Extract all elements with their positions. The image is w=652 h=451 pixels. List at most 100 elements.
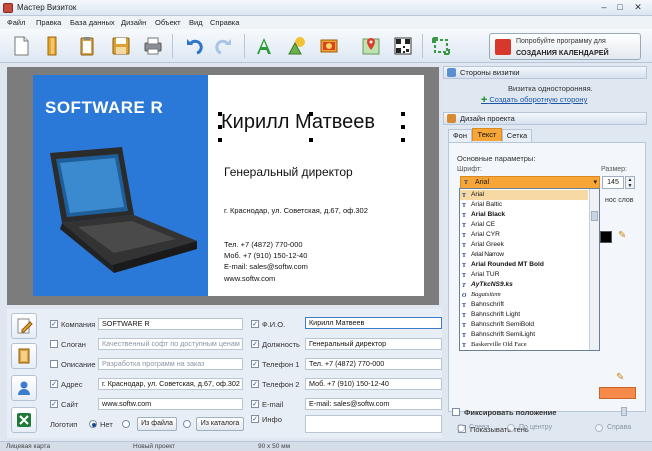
font-option[interactable]: O Bagatsitem xyxy=(460,290,588,300)
info-input[interactable] xyxy=(305,415,442,433)
add-text-icon[interactable] xyxy=(251,33,277,59)
fio-checkbox[interactable]: ✓ xyxy=(251,320,259,328)
font-option[interactable]: T Bahnschrift xyxy=(460,300,588,310)
shadow-color-swatch[interactable] xyxy=(599,387,636,399)
logo-file-radio[interactable] xyxy=(122,420,130,428)
phone1-checkbox[interactable]: ✓ xyxy=(251,360,259,368)
font-option[interactable]: T Arial xyxy=(460,190,588,200)
selection-handle[interactable] xyxy=(309,138,313,142)
contacts-book-icon[interactable] xyxy=(11,343,37,369)
qr-code-icon[interactable] xyxy=(390,33,416,59)
redo-icon[interactable] xyxy=(212,33,238,59)
size-stepper[interactable]: ▲ ▼ xyxy=(625,176,635,189)
description-input[interactable]: Разработка программ на заказ xyxy=(98,358,243,370)
selection-handle[interactable] xyxy=(218,125,222,129)
card-name[interactable]: Кирилл Матвеев xyxy=(221,111,375,134)
font-option[interactable]: T Arial Black xyxy=(460,210,588,220)
menu-object[interactable]: Объект xyxy=(155,18,181,27)
align-center-radio[interactable] xyxy=(507,424,515,432)
card-company[interactable]: SOFTWARE R xyxy=(45,98,163,118)
phone2-input[interactable]: Моб. +7 (910) 150-12-40 xyxy=(305,378,442,390)
minimize-button[interactable]: – xyxy=(598,2,610,13)
info-checkbox[interactable]: ✓ xyxy=(251,415,259,423)
tab-background[interactable]: Фон xyxy=(448,129,472,142)
font-option[interactable]: T Baskerville Old Face xyxy=(460,340,588,350)
align-right-radio[interactable] xyxy=(595,424,603,432)
fio-input[interactable]: Кирилл Матвеев xyxy=(305,317,442,329)
font-option[interactable]: T Arial CYR xyxy=(460,230,588,240)
add-image-icon[interactable] xyxy=(316,33,342,59)
print-icon[interactable] xyxy=(140,33,166,59)
tab-grid[interactable]: Сетка xyxy=(502,129,532,142)
address-input[interactable]: г. Краснодар, ул. Советская, д.67, оф.30… xyxy=(98,378,243,390)
promo-calendar-button[interactable]: Попробуйте программу для СОЗДАНИЯ КАЛЕНД… xyxy=(489,33,641,60)
font-option[interactable]: T Arial TUR xyxy=(460,270,588,280)
menu-view[interactable]: Вид xyxy=(189,18,203,27)
position-checkbox[interactable]: ✓ xyxy=(251,340,259,348)
slogan-input[interactable]: Качественный софт по доступным ценам xyxy=(98,338,243,350)
font-option[interactable]: T AyTkcNS9.ks xyxy=(460,280,588,290)
fit-page-icon[interactable] xyxy=(428,33,454,59)
menu-file[interactable]: Файл xyxy=(7,18,25,27)
laptop-image[interactable] xyxy=(40,145,197,275)
selection-handle[interactable] xyxy=(218,112,222,116)
text-color-swatch[interactable] xyxy=(600,231,612,243)
shadow-slider-thumb[interactable] xyxy=(621,407,627,416)
logo-none-radio[interactable] xyxy=(89,420,97,428)
font-option[interactable]: T Bahnschrift Light xyxy=(460,310,588,320)
selection-handle[interactable] xyxy=(401,125,405,129)
font-size-input[interactable]: 145 xyxy=(602,176,624,189)
menu-edit[interactable]: Правка xyxy=(36,18,61,27)
slogan-checkbox[interactable] xyxy=(50,340,58,348)
site-checkbox[interactable]: ✓ xyxy=(50,400,58,408)
users-icon[interactable] xyxy=(11,375,37,401)
scrollbar-thumb[interactable] xyxy=(591,211,598,221)
company-input[interactable]: SOFTWARE R xyxy=(98,318,243,330)
close-button[interactable]: ✕ xyxy=(632,2,644,13)
address-checkbox[interactable]: ✓ xyxy=(50,380,58,388)
add-shape-icon[interactable] xyxy=(284,33,310,59)
font-dropdown-list[interactable]: T Arial T Arial Baltic T Arial Black T Arial… xyxy=(459,188,600,351)
card-sides-header[interactable]: Стороны визитки xyxy=(443,66,647,79)
font-option[interactable]: T Arial Greek xyxy=(460,240,588,250)
edit-card-icon[interactable] xyxy=(11,313,37,339)
font-option[interactable]: T Bahnschrift SemiBold xyxy=(460,320,588,330)
menu-design[interactable]: Дизайн xyxy=(121,18,146,27)
align-left-radio[interactable] xyxy=(457,424,465,432)
card-blue-panel[interactable]: SOFTWARE R xyxy=(33,75,208,296)
logo-catalog-radio[interactable] xyxy=(183,420,191,428)
selection-handle[interactable] xyxy=(309,112,313,116)
font-option[interactable]: T Bahnschrift SemiLight xyxy=(460,330,588,340)
undo-icon[interactable] xyxy=(180,33,206,59)
pipette-icon[interactable]: ✎ xyxy=(618,230,632,244)
email-input[interactable]: E-mail: sales@softw.com xyxy=(305,398,442,410)
open-folder-icon[interactable] xyxy=(40,33,66,59)
phone2-checkbox[interactable]: ✓ xyxy=(251,380,259,388)
font-list-scrollbar[interactable] xyxy=(589,189,599,350)
add-map-icon[interactable] xyxy=(358,33,384,59)
maximize-button[interactable]: □ xyxy=(614,2,626,13)
font-option[interactable]: T Arial Narrow xyxy=(460,250,588,260)
selection-handle[interactable] xyxy=(401,138,405,142)
phone1-input[interactable]: Тел. +7 (4872) 770-000 xyxy=(305,358,442,370)
email-checkbox[interactable]: ✓ xyxy=(251,400,259,408)
shadow-pipette-icon[interactable]: ✎ xyxy=(616,372,630,386)
tab-text[interactable]: Текст xyxy=(472,128,502,141)
clipboard-icon[interactable] xyxy=(74,33,100,59)
card-email[interactable]: E-mail: sales@softw.com xyxy=(224,262,308,271)
card-position[interactable]: Генеральный директор xyxy=(224,165,353,179)
card-address[interactable]: г. Краснодар, ул. Советская, д.67, оф.30… xyxy=(224,206,368,215)
selection-handle[interactable] xyxy=(401,112,405,116)
font-option[interactable]: T Arial Baltic xyxy=(460,200,588,210)
company-checkbox[interactable]: ✓ xyxy=(50,320,58,328)
font-option[interactable]: T Arial CE xyxy=(460,220,588,230)
logo-from-catalog-button[interactable]: Из каталога xyxy=(196,417,244,431)
save-icon[interactable] xyxy=(108,33,134,59)
font-option[interactable]: T Arial Rounded MT Bold xyxy=(460,260,588,270)
menu-help[interactable]: Справка xyxy=(210,18,239,27)
position-input[interactable]: Генеральный директор xyxy=(305,338,442,350)
fix-position-checkbox[interactable] xyxy=(452,408,460,416)
card-mobile[interactable]: Моб. +7 (910) 150-12-40 xyxy=(224,251,307,260)
site-input[interactable]: www.softw.com xyxy=(98,398,243,410)
description-checkbox[interactable] xyxy=(50,360,58,368)
